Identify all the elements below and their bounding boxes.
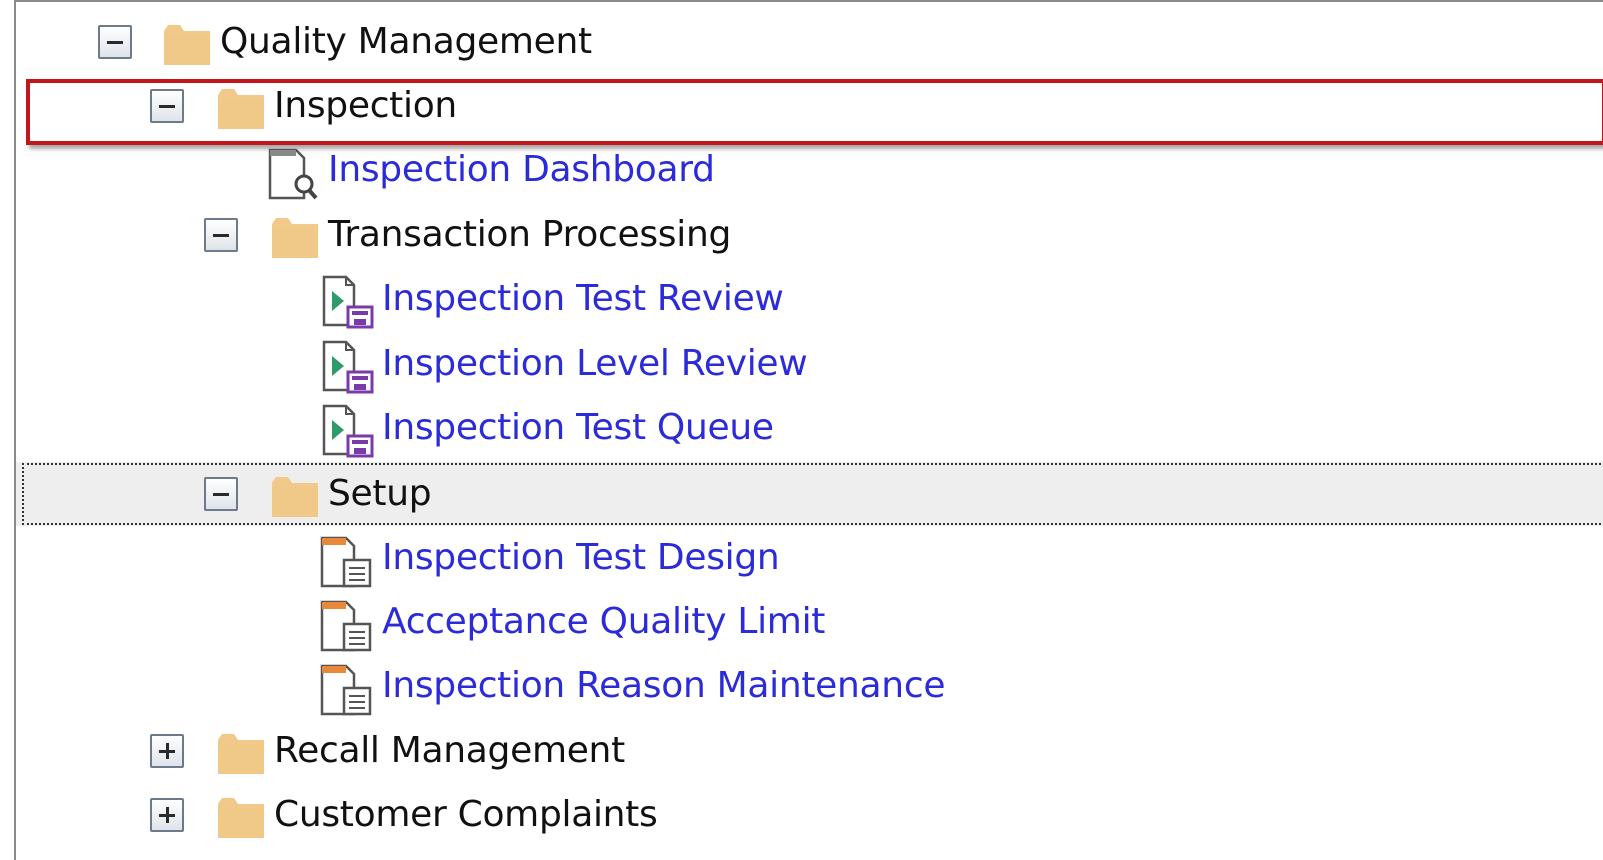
tree-node-quality-management[interactable]: Quality Management [16,10,1603,74]
tree-node-customer-complaints[interactable]: Customer Complaints [16,783,1603,847]
dashboard-icon [268,148,318,200]
tree-node-label: Inspection [274,85,457,126]
tree-node-label: Customer Complaints [274,794,658,835]
folder-icon [164,25,210,65]
tree-node-recall-management[interactable]: Recall Management [16,719,1603,783]
folder-icon [272,218,318,258]
tree-link-label[interactable]: Acceptance Quality Limit [382,600,825,644]
navigation-tree: Quality Management Inspection Inspection… [14,0,1603,860]
expand-icon[interactable] [150,798,184,832]
tree-leaf-inspection-dashboard[interactable]: Inspection Dashboard [16,138,1603,202]
folder-icon [218,798,264,838]
setup-form-icon [320,600,372,652]
focus-rectangle [22,463,1603,525]
tree-leaf-acceptance-quality-limit[interactable]: Acceptance Quality Limit [16,590,1603,654]
tree-link-label[interactable]: Inspection Test Review [382,277,784,321]
tree-link-label[interactable]: Inspection Dashboard [328,148,715,192]
tree-link-label[interactable]: Inspection Test Queue [382,406,774,450]
tree-node-label: Transaction Processing [328,214,732,255]
tree-leaf-inspection-test-design[interactable]: Inspection Test Design [16,526,1603,590]
expand-icon[interactable] [150,734,184,768]
collapse-icon[interactable] [204,218,238,252]
setup-form-icon [320,664,372,716]
transaction-form-icon [322,275,374,329]
tree-link-label[interactable]: Inspection Test Design [382,536,780,580]
transaction-form-icon [322,404,374,458]
tree-leaf-inspection-reason-maintenance[interactable]: Inspection Reason Maintenance [16,654,1603,718]
tree-leaf-inspection-test-queue[interactable]: Inspection Test Queue [16,396,1603,460]
tree-node-label: Quality Management [220,21,592,62]
folder-icon [218,89,264,129]
collapse-icon[interactable] [98,25,132,59]
tree-link-label[interactable]: Inspection Level Review [382,342,808,386]
setup-form-icon [320,536,372,588]
folder-icon [218,734,264,774]
tree-leaf-inspection-test-review[interactable]: Inspection Test Review [16,267,1603,331]
tree-node-transaction-processing[interactable]: Transaction Processing [16,203,1603,267]
tree-node-inspection[interactable]: Inspection [16,74,1603,138]
collapse-icon[interactable] [150,89,184,123]
tree-leaf-inspection-level-review[interactable]: Inspection Level Review [16,332,1603,396]
transaction-form-icon [322,340,374,394]
tree-link-label[interactable]: Inspection Reason Maintenance [382,664,945,708]
tree-node-label: Recall Management [274,730,625,771]
